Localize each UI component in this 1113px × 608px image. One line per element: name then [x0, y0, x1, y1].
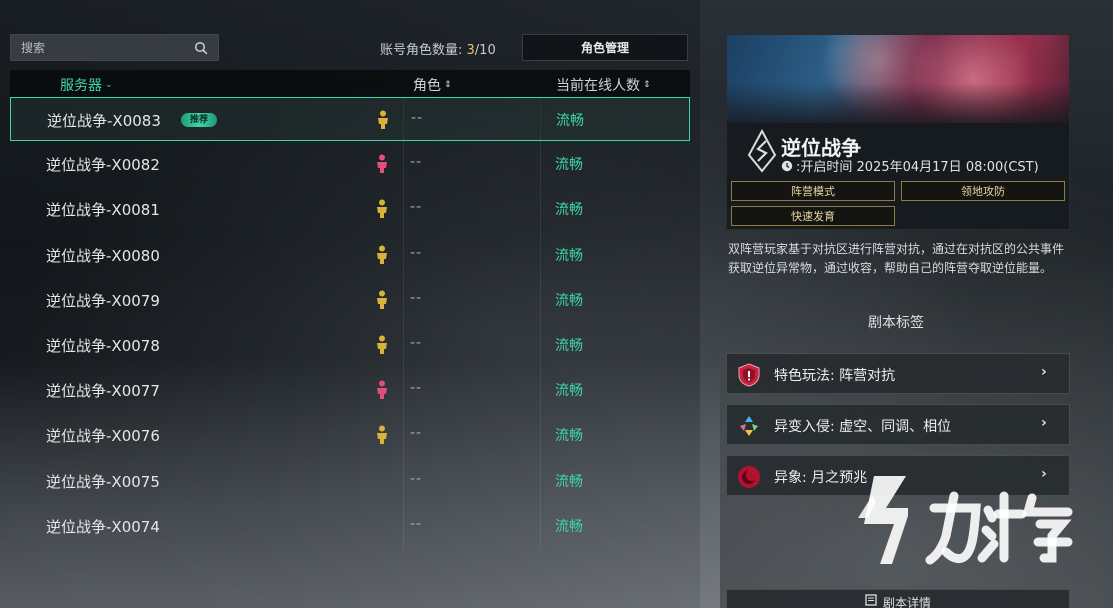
server-name: 逆位战争-X0077: [46, 382, 160, 401]
server-name: 逆位战争-X0079: [46, 291, 160, 310]
role-value: --: [410, 380, 423, 397]
mode-logo-icon: [747, 129, 777, 173]
account-count-current: 3: [466, 43, 475, 58]
feature-item[interactable]: 特色玩法: 阵营对抗 ›: [726, 353, 1070, 394]
script-tags-title: 剧本标签: [868, 315, 924, 331]
server-name: 逆位战争-X0078: [46, 337, 160, 355]
recommended-badge: 推荐: [181, 113, 218, 127]
server-table-header: 服务器 ⌄ 角色 ⇕ 当前在线人数 ⇕: [10, 70, 690, 98]
role-value: --: [410, 199, 423, 216]
character-icon: [377, 380, 387, 400]
feature-label: 异变入侵: 虚空、同调、相位: [774, 419, 952, 435]
role-value: --: [410, 515, 423, 532]
shield-icon: [738, 363, 760, 387]
server-status: 流畅: [555, 202, 583, 219]
document-icon: [865, 594, 877, 606]
server-status: 流畅: [555, 428, 583, 445]
role-value: --: [410, 335, 423, 351]
mode-description: 双阵营玩家基于对抗区进行阵营对抗，通过在对抗区的公共事件获取逆位异常物，通过收容…: [728, 242, 1065, 275]
server-row[interactable]: 逆位战争-X0081 -- 流畅: [10, 187, 690, 231]
server-status: 流畅: [556, 113, 584, 129]
server-status: 流畅: [555, 157, 583, 174]
character-icon: [377, 335, 387, 354]
sort-icon: ⇕: [643, 79, 651, 90]
moon-icon: [738, 466, 760, 488]
feature-label: 特色玩法: 阵营对抗: [774, 368, 896, 384]
column-header-role[interactable]: 角色 ⇕: [413, 75, 452, 95]
open-time: :开启时间 2025年04月17日 08:00(CST): [781, 156, 1039, 175]
server-name: 逆位战争-X0076: [46, 427, 160, 446]
mode-card: 逆位战争 :开启时间 2025年04月17日 08:00(CST) 阵营模式 领…: [726, 34, 1070, 230]
account-count-max: /10: [474, 43, 496, 58]
feature-item[interactable]: 异变入侵: 虚空、同调、相位 ›: [726, 404, 1070, 445]
role-value: --: [410, 289, 423, 306]
character-icon: [377, 290, 387, 309]
role-value: --: [410, 470, 423, 487]
character-icon: [377, 425, 387, 445]
server-row[interactable]: 逆位战争-X0079 -- 流畅: [10, 278, 690, 322]
server-name: 逆位战争-X0083: [47, 112, 161, 130]
server-status: 流畅: [555, 383, 583, 400]
server-row[interactable]: 逆位战争-X0080 -- 流畅: [10, 233, 690, 277]
watermark-logo: [858, 476, 1073, 565]
role-value: --: [411, 110, 424, 126]
open-time-text: :开启时间 2025年04月17日 08:00(CST): [796, 160, 1039, 175]
server-status: 流畅: [555, 338, 583, 354]
mode-tag: 阵营模式: [731, 181, 895, 201]
chevron-down-icon: ⌄: [105, 79, 113, 90]
role-value: --: [410, 154, 423, 171]
character-icon: [377, 245, 387, 264]
server-name: 逆位战争-X0075: [46, 472, 160, 491]
script-details-label: 剧本详情: [882, 596, 931, 608]
role-value: --: [410, 244, 423, 261]
search-icon[interactable]: [194, 41, 208, 55]
server-row[interactable]: 逆位战争-X0082 -- 流畅: [10, 142, 690, 186]
banner-fade: [727, 83, 1069, 128]
server-name: 逆位战争-X0081: [46, 201, 160, 220]
server-row[interactable]: 逆位战争-X0076 -- 流畅: [10, 413, 690, 457]
server-row[interactable]: 逆位战争-X0083 推荐 -- 流畅: [10, 97, 690, 141]
server-status: 流畅: [555, 473, 583, 490]
column-header-online-label: 当前在线人数: [556, 78, 640, 94]
server-row[interactable]: 逆位战争-X0074 -- 流畅: [10, 504, 690, 548]
server-name: 逆位战争-X0074: [46, 517, 160, 536]
triad-icon: [740, 416, 758, 436]
script-details-button[interactable]: 剧本详情: [726, 589, 1070, 608]
search-input[interactable]: 搜索: [10, 34, 219, 61]
role-value: --: [410, 425, 423, 442]
column-header-online[interactable]: 当前在线人数 ⇕: [556, 75, 651, 95]
server-status: 流畅: [555, 247, 583, 264]
server-name: 逆位战争-X0080: [46, 246, 160, 265]
server-name: 逆位战争-X0082: [46, 156, 160, 175]
search-label: 搜索: [21, 41, 46, 55]
server-row[interactable]: 逆位战争-X0078 -- 流畅: [10, 323, 690, 367]
server-row[interactable]: 逆位战争-X0075 -- 流畅: [10, 459, 690, 503]
character-icon: [378, 110, 388, 129]
server-status: 流畅: [555, 292, 583, 309]
mode-tag: 领地攻防: [901, 181, 1065, 201]
character-icon: [377, 154, 387, 174]
role-manage-button[interactable]: 角色管理: [522, 34, 688, 61]
chevron-right-icon: ›: [1041, 364, 1047, 380]
account-count-label: 账号角色数量:: [380, 43, 467, 58]
sort-icon: ⇕: [444, 79, 452, 90]
account-role-count: 账号角色数量: 3/10: [380, 39, 496, 58]
clock-icon: [781, 160, 793, 171]
server-row[interactable]: 逆位战争-X0077 -- 流畅: [10, 368, 690, 412]
column-header-server[interactable]: 服务器 ⌄: [60, 75, 113, 95]
mode-tag: 快速发育: [731, 206, 895, 226]
server-status: 流畅: [555, 518, 583, 535]
column-header-role-label: 角色: [413, 78, 441, 94]
character-icon: [377, 199, 387, 219]
column-header-server-label: 服务器: [60, 78, 102, 94]
chevron-right-icon: ›: [1041, 415, 1047, 431]
